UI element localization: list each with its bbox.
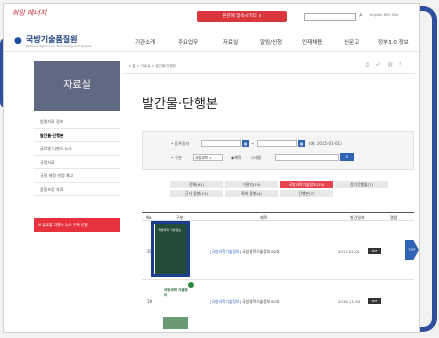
row-number: 19 xyxy=(147,299,153,304)
org-logo-subtext: Defense Agency for Technology and Qualit… xyxy=(26,44,92,48)
news-subscribe-banner[interactable]: ✉ 글로벌 디펜스 뉴스 구독 신청 xyxy=(34,218,120,232)
tab-books[interactable]: 단행본(7) xyxy=(279,189,334,198)
col-view: 열람 xyxy=(390,215,398,220)
nav-item-library[interactable]: 자료실 xyxy=(223,38,238,46)
table-header: No. 구분 제목 발간일자 열람 xyxy=(142,212,414,221)
pdf-button[interactable]: PDF xyxy=(368,248,381,254)
sidebar-item-regulations[interactable]: 규정자료 xyxy=(34,156,120,169)
row-category: [국방과학기술정보] xyxy=(210,249,241,254)
nav-item-about[interactable]: 기관소개 xyxy=(135,38,155,46)
radio-content[interactable]: ○내용 xyxy=(251,155,261,161)
page-tools[interactable]: ⎙☍⛓f xyxy=(366,62,407,68)
row-category: [국방과학기술정보] xyxy=(210,299,241,304)
top-strip: 희망 에너지 본관에 접속시키다 ∨ ⌕ English RSS Site xyxy=(4,4,419,26)
row-title[interactable]: [국방과학기술정보] 국방과학기술정보 62호 xyxy=(210,249,280,255)
top-red-button[interactable]: 본관에 접속시키다 ∨ xyxy=(197,11,287,22)
calendar-icon[interactable]: ▦ xyxy=(298,140,305,147)
search-icon[interactable]: ⌕ xyxy=(359,11,363,20)
highlight-box xyxy=(151,221,190,277)
keyword-input[interactable] xyxy=(275,154,339,161)
calendar-icon[interactable]: ▦ xyxy=(242,140,249,147)
nav-item-gov30[interactable]: 정부3.0 정보 xyxy=(378,38,409,46)
thumbnail-title: 국방과학 기술정보 xyxy=(164,288,188,297)
date-label: • 등록일자 xyxy=(171,141,190,146)
print-icon[interactable]: ⎙ xyxy=(366,62,376,68)
tab-all[interactable]: 전체(61) xyxy=(169,180,224,189)
search-panel: • 등록일자 ▦ ~ ▦ (예: 2015-01-01) • 구분 국방과학 ∨… xyxy=(142,131,414,170)
date-hint: (예: 2015-01-01) xyxy=(309,141,342,146)
tab-journal[interactable]: 기관지(10) xyxy=(224,180,279,189)
news-subscribe-label: 글로벌 디펜스 뉴스 구독 신청 xyxy=(42,223,88,227)
sidebar-item-defense-news[interactable]: 글로벌 디펜스 뉴스 xyxy=(34,142,120,156)
tab-defense-tech-info[interactable]: 국방과학기술정보(20) xyxy=(279,180,334,189)
row-title-text: 국방과학기술정보 61호 xyxy=(242,299,280,304)
radio-title[interactable]: ◉제목 xyxy=(231,155,241,161)
row-date: 2017-02-01 xyxy=(338,249,361,254)
nav-item-recruit[interactable]: 인재채용 xyxy=(302,38,322,46)
type-label: • 구분 xyxy=(171,155,182,160)
publication-thumbnail[interactable]: 국방과학 기술정보 xyxy=(160,285,190,330)
sidebar-item-quality-docs[interactable]: 품질보증 자료 xyxy=(34,183,120,196)
page-title: 발간물·단행본 xyxy=(142,97,218,112)
row-date: 2016-11-30 xyxy=(338,299,361,304)
share-icon[interactable]: ☍ xyxy=(376,62,387,68)
pdf-button[interactable]: PDF xyxy=(368,298,381,304)
sidebar-item-publications[interactable]: 발간물·단행본 xyxy=(34,129,120,142)
sidebar-menu: 법령자료 정보 발간물·단행본 글로벌 디펜스 뉴스 규정자료 규정 제정·개정… xyxy=(34,115,120,196)
top-links[interactable]: English RSS Site xyxy=(370,13,398,17)
nav-item-notice[interactable]: 알림/신청 xyxy=(260,38,282,46)
breadcrumb: ⌂ 홈 > 자료실 > 발간물·단행본 xyxy=(129,64,176,68)
tab-periodicals[interactable]: 정기간행물(7) xyxy=(334,180,389,189)
logo-icon: ● xyxy=(14,36,22,46)
start-date-input[interactable] xyxy=(201,140,241,147)
facebook-icon[interactable]: f xyxy=(399,62,407,68)
sidebar-item-regulation-notice[interactable]: 규정 제정·개정 예고 xyxy=(34,169,120,183)
search-icon: ⌕ xyxy=(345,154,349,160)
sidebar-item-laws[interactable]: 법령자료 정보 xyxy=(34,115,120,129)
row-divider xyxy=(142,279,414,280)
row-title-text: 국방과학기술정보 62호 xyxy=(242,249,280,254)
end-date-input[interactable] xyxy=(257,140,297,147)
screenshot-stage: 희망 에너지 본관에 접속시키다 ∨ ⌕ English RSS Site ● … xyxy=(0,0,439,338)
date-separator: ~ xyxy=(251,141,255,146)
type-select[interactable]: 국방과학 ∨ xyxy=(193,154,223,161)
col-date: 발간일자 xyxy=(350,215,365,220)
slogan-logo: 희망 에너지 xyxy=(12,9,47,17)
tab-military-trends[interactable]: 군사 동향(13) xyxy=(169,189,224,198)
col-title: 제목 xyxy=(260,215,268,220)
link-icon[interactable]: ⛓ xyxy=(387,62,399,68)
top-search-input[interactable] xyxy=(304,13,356,21)
tab-patent-trends[interactable]: 특허 동향(4) xyxy=(224,189,279,198)
new-badge-icon xyxy=(188,282,194,288)
nav-item-petition[interactable]: 신문고 xyxy=(344,38,359,46)
breadcrumb-bar: ⌂ 홈 > 자료실 > 발간물·단행본 ⎙☍⛓f xyxy=(123,60,415,74)
nav-item-business[interactable]: 주요업무 xyxy=(178,38,198,46)
row-title[interactable]: [국방과학기술정보] 국방과학기술정보 61호 xyxy=(210,299,280,305)
site-header: ● 국방기술품질원 Defense Agency for Technology … xyxy=(4,26,419,52)
thumbnail-image xyxy=(163,317,188,329)
sidebar-title: 자료실 xyxy=(34,61,120,111)
col-no: No. xyxy=(146,215,153,220)
search-button[interactable]: ⌕ xyxy=(340,153,354,161)
